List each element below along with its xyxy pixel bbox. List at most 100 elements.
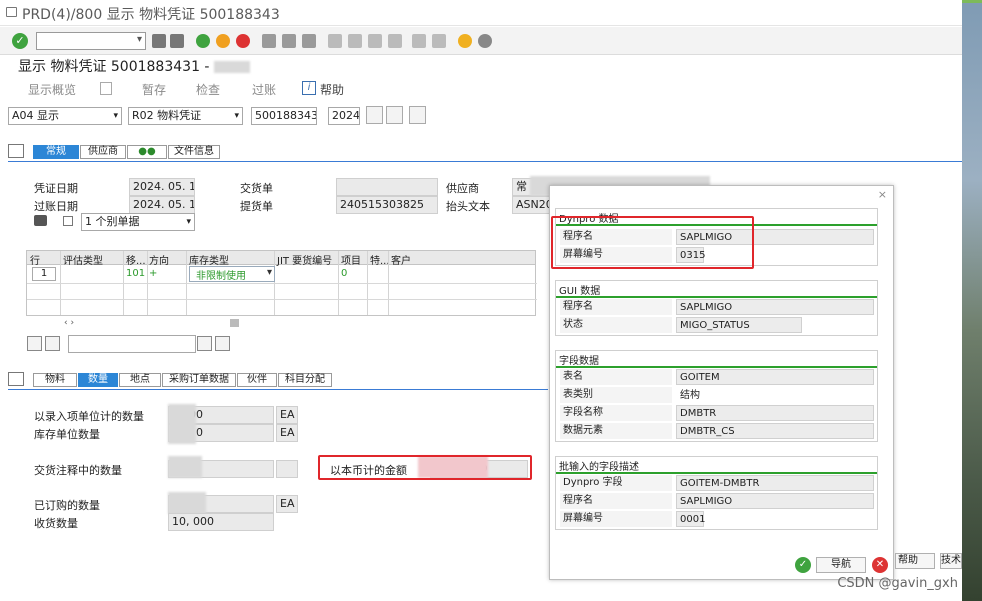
help-button[interactable]: 帮助 xyxy=(320,81,344,98)
reference-select[interactable]: R02 物料凭证 ▾ xyxy=(128,107,243,125)
column-header[interactable]: 评估类型 xyxy=(63,252,103,267)
tab-account-assignment[interactable]: 科目分配 xyxy=(278,373,332,387)
first-page-icon[interactable] xyxy=(328,34,342,48)
collapse-header-icon[interactable] xyxy=(8,144,24,158)
next-page-icon[interactable] xyxy=(368,34,382,48)
close-icon[interactable]: × xyxy=(878,188,887,201)
redacted xyxy=(213,61,250,73)
printer-icon[interactable] xyxy=(34,215,47,226)
column-header[interactable]: 客户 xyxy=(391,252,411,267)
help-button[interactable]: 帮助 xyxy=(895,553,935,569)
exit-icon[interactable] xyxy=(216,34,230,48)
divider xyxy=(556,296,877,298)
tab-vendor[interactable]: 供应商 xyxy=(80,145,126,159)
post-button[interactable]: 过账 xyxy=(252,81,276,98)
column-header[interactable]: 行 xyxy=(30,252,40,267)
table-value[interactable]: GOITEM xyxy=(676,369,874,385)
print-icon[interactable] xyxy=(262,34,276,48)
dn-unit-field[interactable] xyxy=(276,460,298,478)
element-label: 数据元素 xyxy=(560,423,672,439)
technical-info-dialog: × Dynpro 数据 程序名 SAPLMIGO 屏幕编号 0315 GUI 数… xyxy=(549,185,894,580)
title-bar: PRD(4)/800 显示 物料凭证 500188343 xyxy=(0,0,962,26)
back-double-icon[interactable] xyxy=(152,34,166,48)
action-select[interactable]: A04 显示 ▾ xyxy=(8,107,122,125)
column-header[interactable]: 方向 xyxy=(149,252,169,267)
screen-value[interactable]: 0001 xyxy=(676,511,705,527)
doc-date-field[interactable]: 2024. 05. 15 xyxy=(129,178,195,196)
document-number-input[interactable]: 5001883431 xyxy=(251,107,317,125)
scroll-arrows[interactable]: ‹ › xyxy=(64,318,74,328)
info-icon[interactable]: i xyxy=(302,81,316,95)
command-field[interactable]: ▾ xyxy=(36,32,146,50)
year-input[interactable]: 2024 xyxy=(328,107,360,125)
save-icon[interactable] xyxy=(170,34,184,48)
tab-quantity[interactable]: 数量 xyxy=(78,373,118,387)
document-icon[interactable] xyxy=(100,82,112,95)
received-qty-field[interactable]: 10, 000 xyxy=(168,513,274,531)
dynpro-field-value[interactable]: GOITEM-DMBTR xyxy=(676,475,874,491)
cancel-icon[interactable]: ✕ xyxy=(872,557,888,573)
shortcut-icon[interactable] xyxy=(432,34,446,48)
cancel-icon[interactable] xyxy=(236,34,250,48)
print-checkbox[interactable] xyxy=(63,216,73,226)
check-button[interactable]: 检查 xyxy=(196,81,220,98)
stock-qty-label: 库存单位数量 xyxy=(34,428,100,441)
execute-icon[interactable] xyxy=(366,106,383,124)
overview-button[interactable]: 显示概览 xyxy=(28,81,76,98)
table-icon[interactable] xyxy=(409,106,426,124)
column-header[interactable]: JIT 要货编号 xyxy=(277,252,332,267)
collapse-detail-icon[interactable] xyxy=(8,372,24,386)
table-label: 表名 xyxy=(560,369,672,385)
confirm-check-icon[interactable]: ✓ xyxy=(795,557,811,573)
column-header[interactable]: 项目 xyxy=(341,252,361,267)
tab-general[interactable]: 常规 xyxy=(33,145,79,159)
ordered-unit-field[interactable]: EA xyxy=(276,495,298,513)
back-icon[interactable] xyxy=(196,34,210,48)
tab-partner[interactable]: 伙伴 xyxy=(237,373,277,387)
tab-material[interactable]: 物料 xyxy=(33,373,77,387)
find-next-icon[interactable] xyxy=(302,34,316,48)
find-icon[interactable] xyxy=(197,336,212,351)
header-text-field[interactable]: ASN202 xyxy=(512,196,550,214)
find-next-icon[interactable] xyxy=(215,336,230,351)
column-header[interactable]: 特... xyxy=(370,252,390,267)
tab-location[interactable]: 地点 xyxy=(119,373,161,387)
navigate-button[interactable]: 导航 xyxy=(816,557,866,573)
search-input[interactable] xyxy=(68,335,196,353)
row-stock-type[interactable]: 非限制使用 ▾ xyxy=(189,266,275,282)
slip-select[interactable]: 1 个别单据 ▾ xyxy=(81,213,195,231)
entry-unit-field[interactable]: EA xyxy=(276,406,298,424)
filter-icon[interactable] xyxy=(45,336,60,351)
partner-icon[interactable]: ●● xyxy=(127,145,167,159)
sort-icon[interactable] xyxy=(27,336,42,351)
post-date-field[interactable]: 2024. 05. 15 xyxy=(129,196,195,214)
row-line-number[interactable]: 1 xyxy=(32,267,56,281)
column-header[interactable]: 移... xyxy=(126,252,146,267)
tab-document-info[interactable]: 文件信息 xyxy=(168,145,220,159)
find-icon[interactable] xyxy=(282,34,296,48)
hold-button[interactable]: 暂存 xyxy=(142,81,166,98)
prev-page-icon[interactable] xyxy=(348,34,362,48)
enter-check-icon[interactable]: ✓ xyxy=(12,33,28,49)
bol-field[interactable]: 240515303825 xyxy=(336,196,438,214)
last-page-icon[interactable] xyxy=(388,34,402,48)
row-direction[interactable]: + xyxy=(149,268,157,279)
help-icon[interactable] xyxy=(458,34,472,48)
settings-gear-icon[interactable] xyxy=(478,34,492,48)
column-header[interactable]: 库存类型 xyxy=(189,252,229,267)
row-mvt-type[interactable]: 101 xyxy=(126,268,145,279)
row-item[interactable]: 0 xyxy=(341,268,347,279)
program-value[interactable]: SAPLMIGO xyxy=(676,493,874,509)
find-icon[interactable] xyxy=(386,106,403,124)
tab-po-data[interactable]: 采购订单数据 xyxy=(162,373,236,387)
scrollbar-thumb[interactable] xyxy=(230,319,239,327)
field-value[interactable]: DMBTR xyxy=(676,405,874,421)
new-session-icon[interactable] xyxy=(412,34,426,48)
program-value[interactable]: SAPLMIGO xyxy=(676,299,874,315)
ordered-qty-label: 已订购的数量 xyxy=(34,499,100,512)
delivery-field[interactable] xyxy=(336,178,438,196)
element-value[interactable]: DMBTR_CS xyxy=(676,423,874,439)
stock-unit-field[interactable]: EA xyxy=(276,424,298,442)
status-value[interactable]: MIGO_STATUS xyxy=(676,317,802,333)
technical-button[interactable]: 技术 xyxy=(940,553,962,569)
